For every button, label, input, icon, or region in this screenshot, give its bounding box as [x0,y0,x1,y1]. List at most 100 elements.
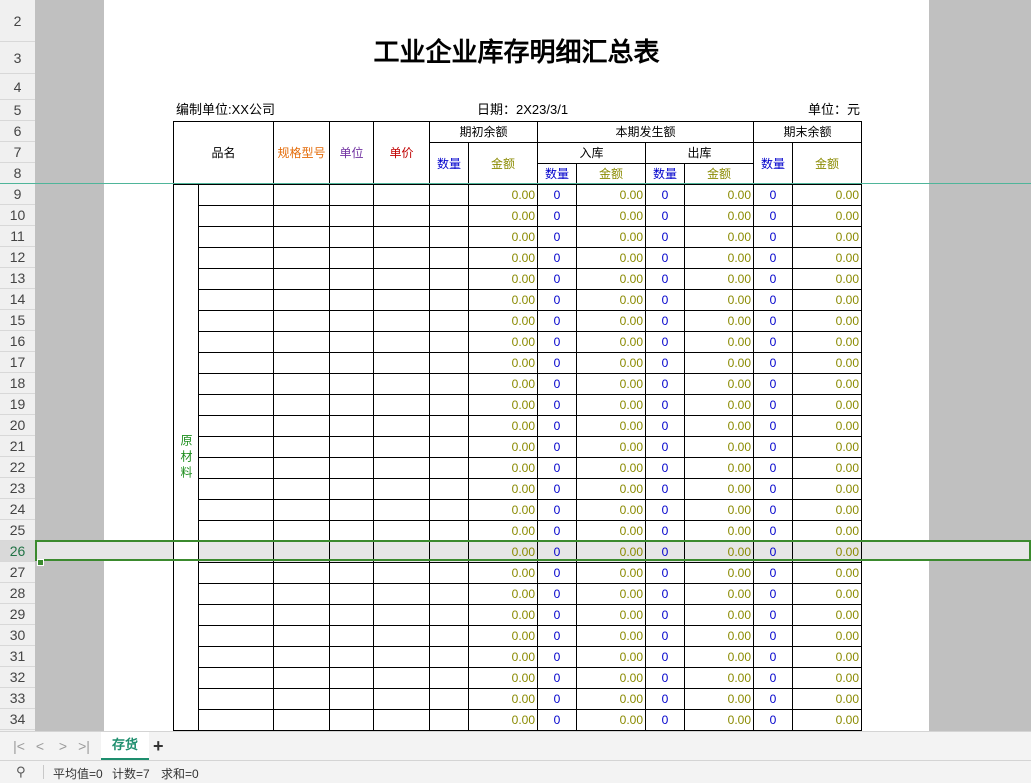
opening-qty-cell[interactable] [429,583,469,605]
amount-cell[interactable]: 0.00 [792,604,862,626]
empty-cell[interactable] [198,352,274,374]
amount-cell[interactable]: 0.00 [792,625,862,647]
qty-cell[interactable]: 0 [753,352,793,374]
empty-cell[interactable] [198,520,274,542]
qty-cell[interactable]: 0 [537,499,577,521]
empty-cell[interactable] [329,499,374,521]
prev-sheet-icon[interactable]: < [31,738,49,754]
amount-cell[interactable]: 0.00 [792,541,862,563]
qty-cell[interactable]: 0 [753,226,793,248]
qty-cell[interactable]: 0 [537,394,577,416]
qty-cell[interactable]: 0 [645,709,685,731]
pin-icon[interactable]: ⚲ [16,764,26,780]
empty-cell[interactable] [373,457,430,479]
empty-cell[interactable] [373,583,430,605]
amount-cell[interactable]: 0.00 [468,394,538,416]
qty-cell[interactable]: 0 [645,184,685,206]
empty-cell[interactable] [198,688,274,710]
row-number[interactable]: 22 [0,457,35,478]
empty-cell[interactable] [373,688,430,710]
header-inbound-qty[interactable]: 数量 [537,163,577,185]
amount-cell[interactable]: 0.00 [468,310,538,332]
opening-qty-cell[interactable] [429,478,469,500]
row-number[interactable]: 29 [0,604,35,625]
empty-cell[interactable] [198,541,274,563]
qty-cell[interactable]: 0 [645,205,685,227]
opening-qty-cell[interactable] [429,709,469,731]
amount-cell[interactable]: 0.00 [468,415,538,437]
empty-cell[interactable] [373,709,430,731]
amount-cell[interactable]: 0.00 [576,226,646,248]
empty-cell[interactable] [329,415,374,437]
qty-cell[interactable]: 0 [753,688,793,710]
next-sheet-icon[interactable]: > [54,738,72,754]
qty-cell[interactable]: 0 [537,310,577,332]
row-number[interactable]: 28 [0,583,35,604]
amount-cell[interactable]: 0.00 [576,457,646,479]
amount-cell[interactable]: 0.00 [684,331,754,353]
empty-cell[interactable] [373,646,430,668]
empty-cell[interactable] [329,688,374,710]
amount-cell[interactable]: 0.00 [576,541,646,563]
empty-cell[interactable] [198,667,274,689]
empty-cell[interactable] [329,625,374,647]
empty-cell[interactable] [329,478,374,500]
opening-qty-cell[interactable] [429,352,469,374]
empty-cell[interactable] [329,268,374,290]
amount-cell[interactable]: 0.00 [792,688,862,710]
amount-cell[interactable]: 0.00 [468,205,538,227]
qty-cell[interactable]: 0 [753,478,793,500]
amount-cell[interactable]: 0.00 [684,373,754,395]
qty-cell[interactable]: 0 [645,646,685,668]
empty-cell[interactable] [198,310,274,332]
amount-cell[interactable]: 0.00 [576,499,646,521]
amount-cell[interactable]: 0.00 [684,415,754,437]
qty-cell[interactable]: 0 [537,604,577,626]
amount-cell[interactable]: 0.00 [684,226,754,248]
amount-cell[interactable]: 0.00 [468,520,538,542]
row-number[interactable]: 6 [0,121,35,142]
opening-qty-cell[interactable] [429,604,469,626]
row-number[interactable]: 16 [0,331,35,352]
empty-cell[interactable] [329,541,374,563]
amount-cell[interactable]: 0.00 [576,394,646,416]
empty-cell[interactable] [329,583,374,605]
qty-cell[interactable]: 0 [753,205,793,227]
amount-cell[interactable]: 0.00 [792,499,862,521]
row-number[interactable]: 11 [0,226,35,247]
qty-cell[interactable]: 0 [753,247,793,269]
opening-qty-cell[interactable] [429,625,469,647]
amount-cell[interactable]: 0.00 [576,667,646,689]
empty-cell[interactable] [198,646,274,668]
header-opening-amount[interactable]: 金额 [468,142,538,185]
amount-cell[interactable]: 0.00 [576,247,646,269]
empty-cell[interactable] [273,625,330,647]
empty-cell[interactable] [198,226,274,248]
qty-cell[interactable]: 0 [537,247,577,269]
qty-cell[interactable]: 0 [753,310,793,332]
empty-cell[interactable] [329,205,374,227]
amount-cell[interactable]: 0.00 [468,541,538,563]
row-number[interactable]: 21 [0,436,35,457]
empty-cell[interactable] [373,268,430,290]
qty-cell[interactable]: 0 [645,268,685,290]
empty-cell[interactable] [329,331,374,353]
row-number[interactable]: 7 [0,142,35,163]
sheet-title[interactable]: 工业企业库存明细汇总表 [104,32,929,74]
amount-cell[interactable]: 0.00 [468,373,538,395]
qty-cell[interactable]: 0 [753,268,793,290]
amount-cell[interactable]: 0.00 [792,562,862,584]
empty-cell[interactable] [198,604,274,626]
row-number[interactable]: 25 [0,520,35,541]
amount-cell[interactable]: 0.00 [792,331,862,353]
empty-cell[interactable] [373,373,430,395]
empty-cell[interactable] [373,541,430,563]
empty-cell[interactable] [198,583,274,605]
qty-cell[interactable]: 0 [753,583,793,605]
header-spec[interactable]: 规格型号 [273,121,330,185]
empty-cell[interactable] [273,226,330,248]
status-average[interactable]: 平均值=0 [53,765,103,782]
qty-cell[interactable]: 0 [537,562,577,584]
qty-cell[interactable]: 0 [645,688,685,710]
amount-cell[interactable]: 0.00 [684,268,754,290]
